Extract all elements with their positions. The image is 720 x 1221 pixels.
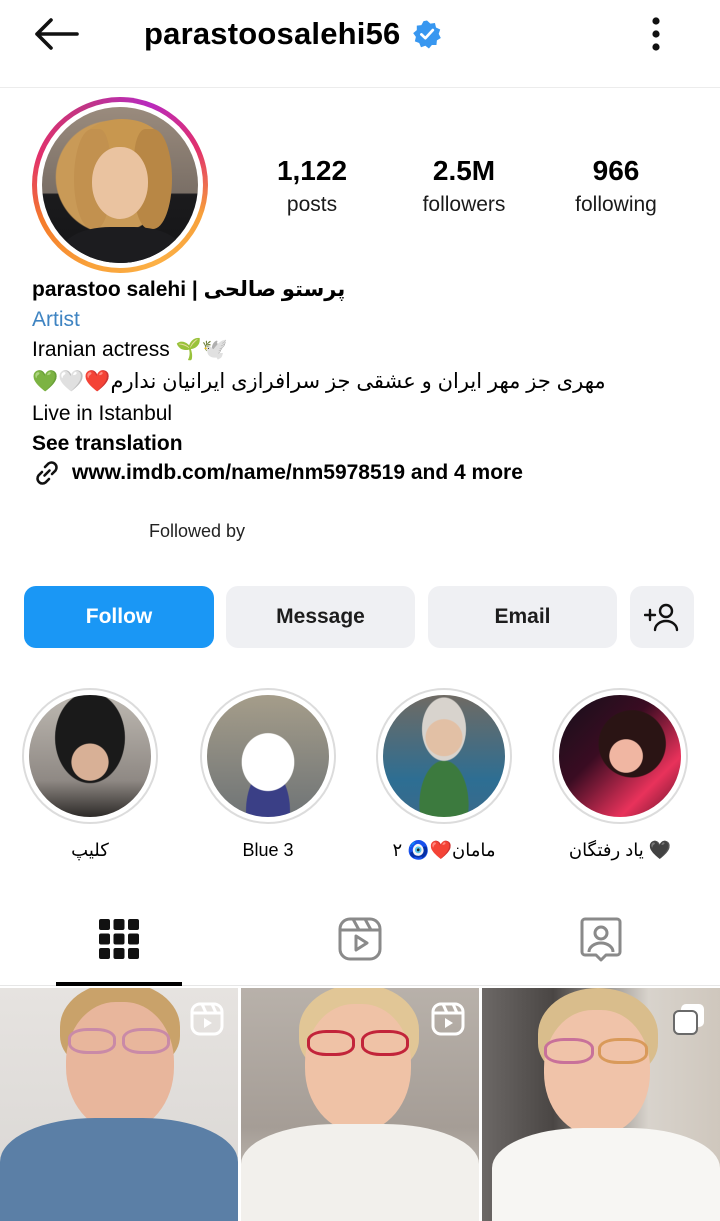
highlight-label: یاد رفتگان 🖤: [568, 840, 672, 860]
email-button[interactable]: Email: [428, 586, 617, 648]
stat-posts[interactable]: 1,122 posts: [242, 152, 382, 220]
active-tab-indicator: [56, 982, 182, 986]
stat-value: 1,122: [276, 155, 348, 186]
username: parastoosalehi56: [144, 16, 401, 51]
post-thumbnail[interactable]: [241, 988, 479, 1221]
avatar-photo: [42, 107, 198, 263]
stat-label: followers: [422, 193, 506, 216]
arrow-left-icon: [35, 18, 79, 50]
see-translation-link[interactable]: See translation: [32, 429, 183, 459]
highlight-cover: [559, 695, 681, 817]
top-bar: parastoosalehi56: [0, 0, 720, 88]
reel-badge-icon: [190, 1002, 224, 1036]
grid-icon: [99, 919, 139, 959]
stat-followers[interactable]: 2.5M followers: [394, 152, 534, 220]
post-thumbnail[interactable]: [482, 988, 720, 1221]
tab-tagged[interactable]: [538, 892, 664, 986]
add-person-icon: [644, 603, 679, 632]
stat-value: 966: [592, 155, 640, 186]
message-button[interactable]: Message: [226, 586, 415, 648]
highlight-label: مامان❤️🧿 ۲: [392, 840, 496, 860]
profile-title: parastoosalehi56: [144, 14, 442, 54]
tab-reels[interactable]: [297, 892, 423, 986]
carousel-badge-icon: [673, 1004, 704, 1035]
highlight-ring: [552, 688, 688, 824]
highlight-cover: [207, 695, 329, 817]
followed-by-text[interactable]: Followed by: [149, 521, 245, 542]
highlight-cover: [29, 695, 151, 817]
highlight-cover: [383, 695, 505, 817]
highlight-label: Blue 3: [242, 840, 294, 860]
tab-posts-grid[interactable]: [56, 892, 182, 986]
suggested-users-button[interactable]: [630, 586, 694, 648]
post-thumbnail[interactable]: [0, 988, 238, 1221]
more-vertical-icon: [652, 17, 660, 51]
back-button[interactable]: [30, 14, 82, 54]
story-highlight[interactable]: یاد رفتگان 🖤: [550, 688, 690, 862]
highlight-label: کلیپ: [71, 840, 109, 860]
story-highlight[interactable]: مامان❤️🧿 ۲: [374, 688, 514, 862]
reel-badge-icon: [431, 1002, 465, 1036]
story-highlight[interactable]: Blue 3: [198, 688, 338, 862]
bio-line: 💚🤍❤️مهری جز مهر ایران و عشقی جز سرافرازی…: [32, 370, 606, 393]
link-icon: [36, 461, 58, 485]
stat-label: following: [575, 193, 657, 216]
bio-link[interactable]: www.imdb.com/name/nm5978519 and 4 more: [32, 458, 523, 488]
story-highlight[interactable]: کلیپ: [20, 688, 160, 862]
profile-avatar[interactable]: [32, 97, 208, 273]
stat-label: posts: [286, 193, 338, 216]
tagged-icon: [580, 917, 622, 962]
highlight-ring: [200, 688, 336, 824]
reels-icon: [338, 917, 382, 961]
highlight-ring: [376, 688, 512, 824]
highlight-ring: [22, 688, 158, 824]
more-options-button[interactable]: [636, 12, 676, 56]
profile-tabs: [0, 892, 720, 986]
stat-value: 2.5M: [432, 155, 496, 186]
verified-badge-icon: [413, 20, 442, 49]
stat-following[interactable]: 966 following: [546, 152, 686, 220]
bio-line: Live in Istanbul: [32, 402, 173, 425]
display-name: parastoo salehi | پرستو صالحی: [32, 278, 346, 301]
bio-link-text: www.imdb.com/name/nm5978519 and 4 more: [72, 461, 523, 484]
category-label: Artist: [32, 308, 80, 331]
bio-line: Iranian actress 🌱🕊️: [32, 338, 228, 361]
follow-button[interactable]: Follow: [24, 586, 214, 648]
